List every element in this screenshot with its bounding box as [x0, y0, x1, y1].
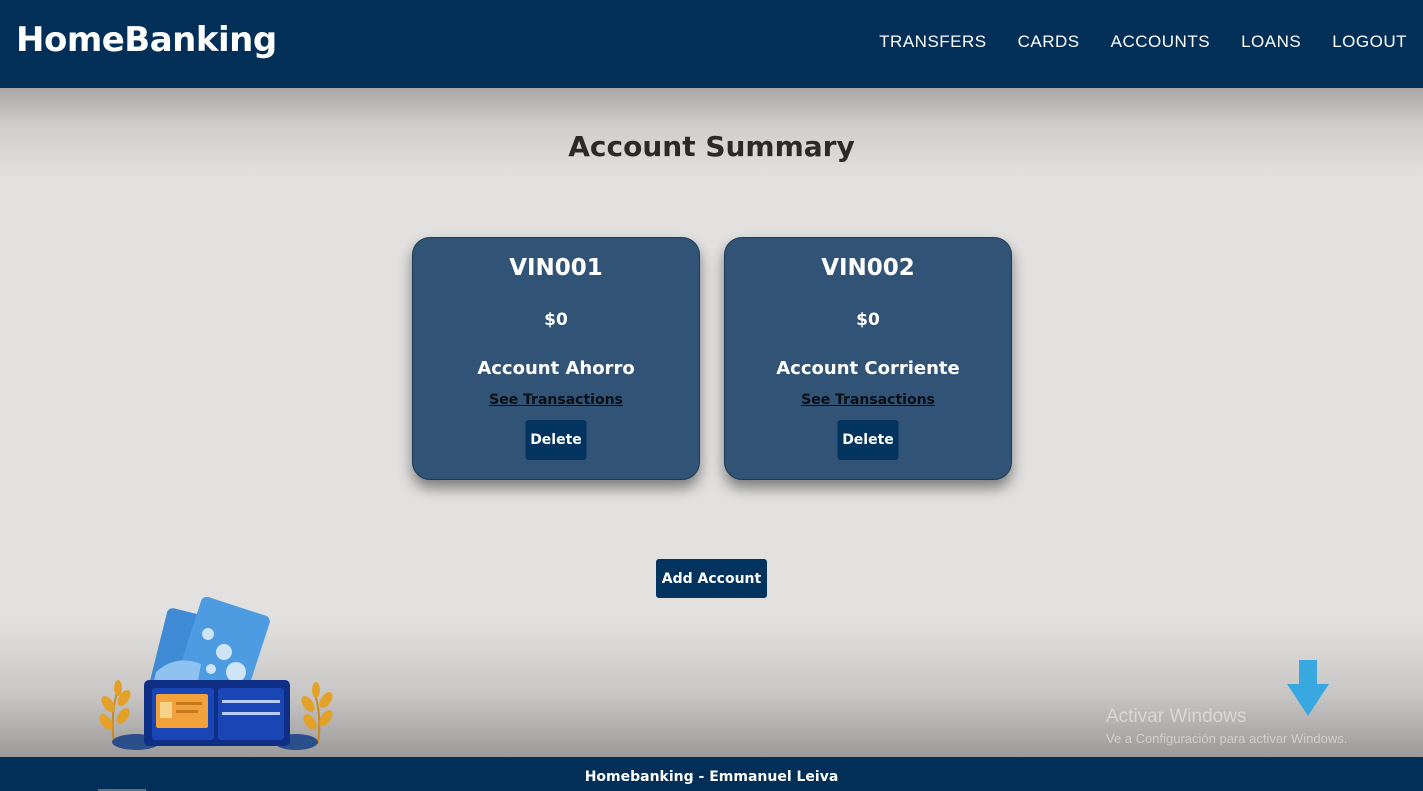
see-transactions-link[interactable]: See Transactions	[725, 392, 1011, 408]
wallet-illustration	[96, 594, 336, 758]
account-number: VIN001	[509, 255, 603, 281]
activation-subtitle: Ve a Configuración para activar Windows.	[1106, 731, 1348, 746]
account-balance: $0	[856, 310, 880, 330]
nav-transfers[interactable]: TRANSFERS	[879, 32, 986, 52]
nav-loans[interactable]: LOANS	[1241, 32, 1301, 52]
nav-accounts[interactable]: ACCOUNTS	[1111, 32, 1210, 52]
footer-text: Homebanking - Emmanuel Leiva	[584, 769, 839, 785]
leaf-icon	[99, 680, 131, 745]
account-balance: $0	[544, 310, 568, 330]
add-account-button[interactable]: Add Account	[656, 559, 767, 598]
account-card: VIN001 $0 Account Ahorro See Transaction…	[412, 237, 700, 480]
delete-account-button[interactable]: Delete	[837, 420, 899, 460]
delete-account-button[interactable]: Delete	[525, 420, 587, 460]
nav-cards[interactable]: CARDS	[1018, 32, 1080, 52]
nav-logout[interactable]: LOGOUT	[1332, 32, 1407, 52]
brand-logo[interactable]: HomeBanking	[16, 20, 277, 60]
nav-links: TRANSFERS CARDS ACCOUNTS LOANS LOGOUT	[848, 32, 1407, 52]
windows-activation-watermark: Activar Windows Ve a Configuración para …	[1106, 706, 1347, 746]
account-type: Account Corriente	[776, 358, 960, 379]
footer: Homebanking - Emmanuel Leiva	[0, 757, 1423, 791]
account-card: VIN002 $0 Account Corriente See Transact…	[724, 237, 1012, 480]
navbar: HomeBanking TRANSFERS CARDS ACCOUNTS LOA…	[0, 0, 1423, 88]
account-type: Account Ahorro	[477, 358, 635, 379]
account-cards: VIN001 $0 Account Ahorro See Transaction…	[412, 237, 1012, 480]
account-number: VIN002	[821, 255, 915, 281]
activation-title: Activar Windows	[1106, 706, 1247, 727]
page-title: Account Summary	[568, 130, 855, 163]
wallet-icon	[144, 680, 290, 746]
see-transactions-link[interactable]: See Transactions	[413, 392, 699, 408]
